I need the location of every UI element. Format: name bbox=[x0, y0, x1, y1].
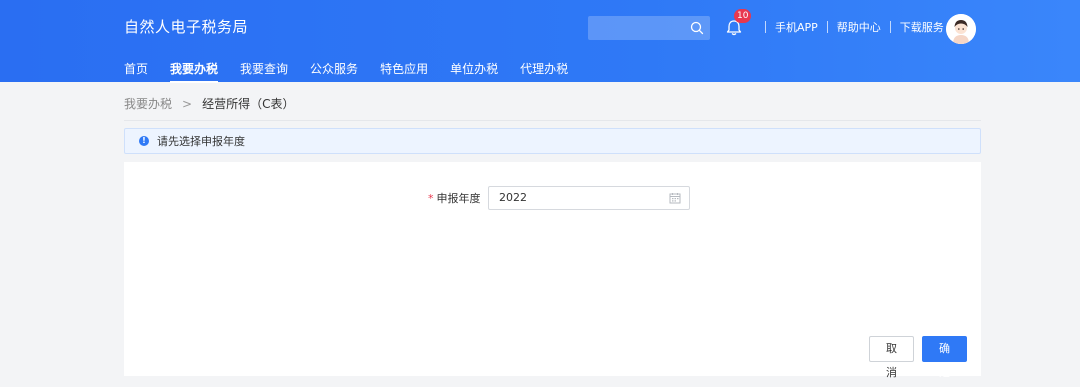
info-notice: ! 请先选择申报年度 bbox=[124, 128, 981, 154]
year-picker[interactable]: 2022 bbox=[488, 186, 690, 210]
nav-item-unit-tax[interactable]: 单位办税 bbox=[450, 60, 498, 82]
breadcrumb-parent[interactable]: 我要办税 bbox=[124, 95, 172, 112]
help-center-link[interactable]: 帮助中心 bbox=[837, 19, 881, 35]
divider bbox=[124, 120, 981, 121]
nav-item-special-apps[interactable]: 特色应用 bbox=[380, 60, 428, 82]
required-mark: * bbox=[428, 192, 434, 205]
search-icon[interactable] bbox=[689, 20, 705, 36]
top-header: 自然人电子税务局 10 手机APP 帮助中心 下载服务 首页 我要办税 我要查询 bbox=[0, 0, 1080, 83]
download-service-link[interactable]: 下载服务 bbox=[900, 19, 944, 35]
chevron-right-icon: > bbox=[182, 96, 193, 111]
divider bbox=[765, 21, 766, 33]
year-value: 2022 bbox=[499, 191, 527, 204]
search-input[interactable] bbox=[588, 16, 710, 40]
divider bbox=[826, 21, 828, 33]
breadcrumb: 我要办税 > 经营所得（C表） bbox=[124, 95, 294, 112]
main-nav: 首页 我要办税 我要查询 公众服务 特色应用 单位办税 代理办税 bbox=[124, 60, 590, 83]
top-links: 手机APP 帮助中心 下载服务 bbox=[756, 19, 944, 35]
year-label: * 申报年度 bbox=[428, 192, 481, 205]
confirm-button[interactable]: 确定 bbox=[922, 336, 967, 379]
breadcrumb-current: 经营所得（C表） bbox=[202, 97, 295, 111]
nav-item-query[interactable]: 我要查询 bbox=[240, 60, 288, 82]
nav-item-home[interactable]: 首页 bbox=[124, 60, 148, 82]
notice-text: 请先选择申报年度 bbox=[157, 135, 245, 148]
calendar-icon bbox=[669, 193, 681, 204]
avatar[interactable] bbox=[946, 14, 976, 44]
nav-item-tax-handling[interactable]: 我要办税 bbox=[170, 60, 219, 83]
nav-item-agent-tax[interactable]: 代理办税 bbox=[520, 60, 568, 82]
divider bbox=[889, 21, 891, 33]
notification-badge: 10 bbox=[734, 9, 752, 23]
info-icon: ! bbox=[139, 136, 149, 146]
mobile-app-link[interactable]: 手机APP bbox=[775, 19, 818, 35]
nav-item-public-service[interactable]: 公众服务 bbox=[310, 60, 358, 82]
cancel-button[interactable]: 取消 bbox=[869, 336, 914, 379]
avatar-icon bbox=[946, 14, 976, 44]
form-panel: * 申报年度 2022 取消 确定 bbox=[124, 162, 981, 379]
app-title: 自然人电子税务局 bbox=[124, 18, 249, 36]
